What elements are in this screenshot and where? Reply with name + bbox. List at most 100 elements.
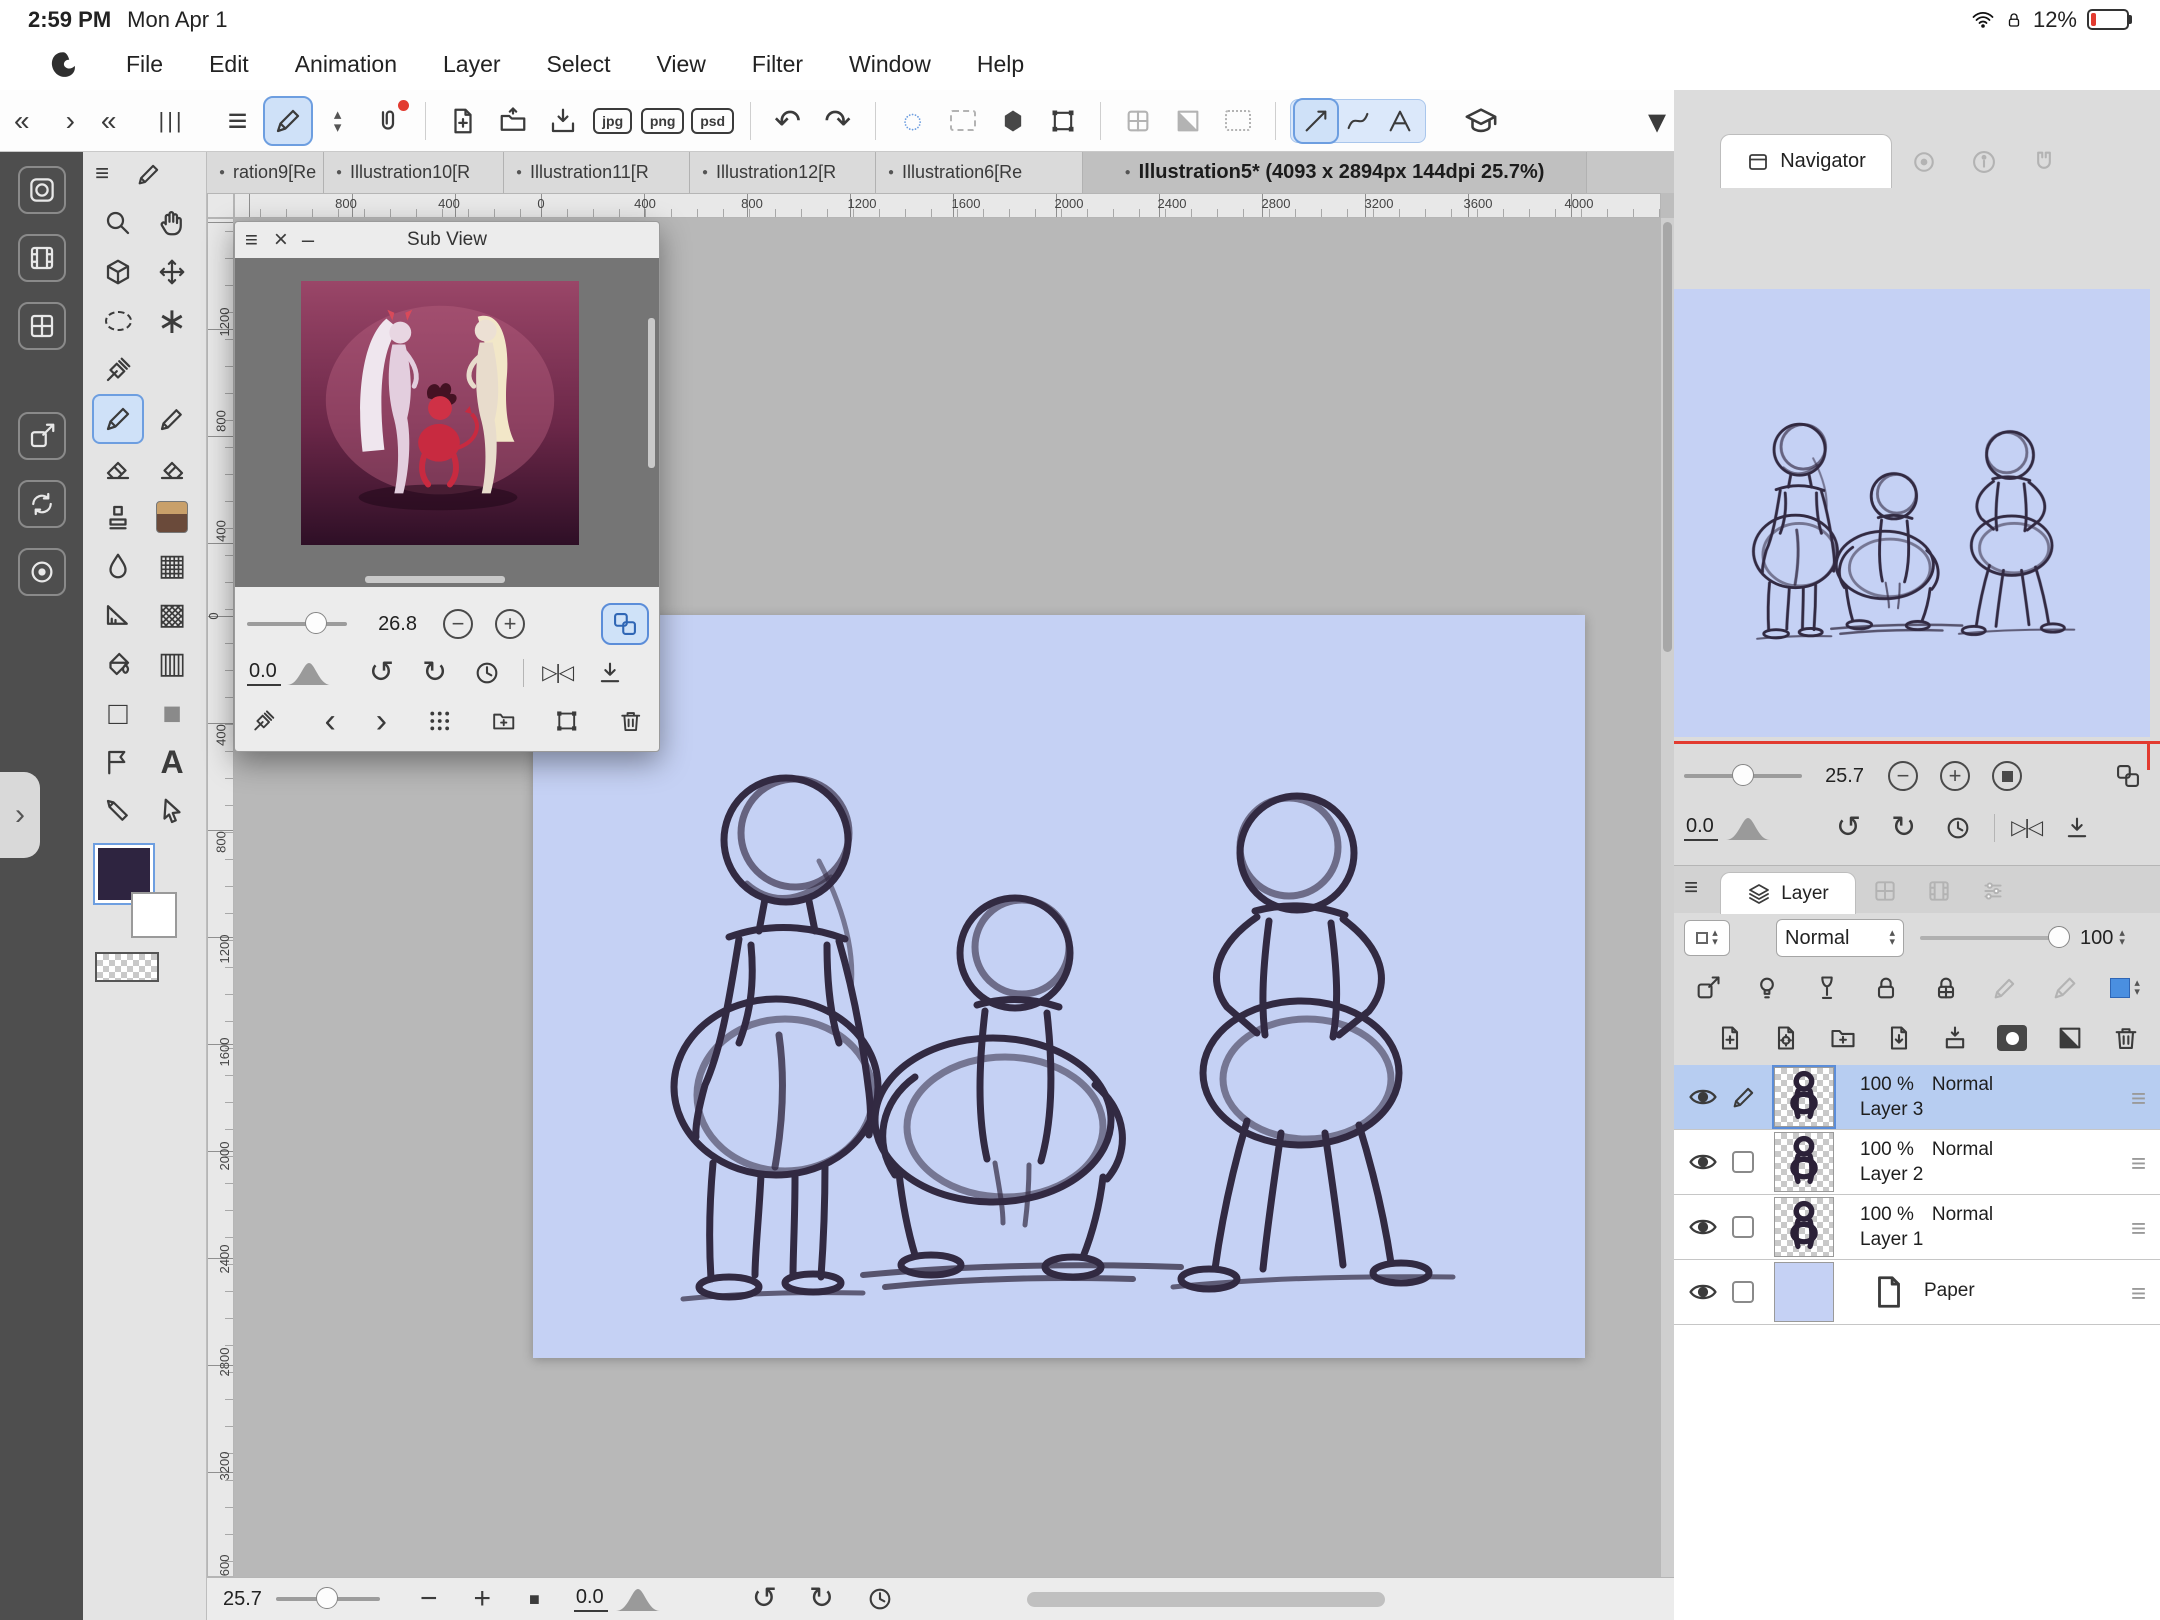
document-tab[interactable]: ●Illustration6[Re (876, 152, 1083, 193)
tool-eyedropper[interactable] (94, 347, 142, 393)
sub-color-swatch[interactable] (131, 892, 177, 938)
tool-ruler[interactable] (94, 592, 142, 638)
fill-selection-button[interactable] (990, 98, 1036, 144)
menu-item-window[interactable]: Window (849, 51, 931, 78)
tool-operation[interactable] (148, 788, 196, 834)
flip-horizontal-icon[interactable]: ▷|◁ (542, 663, 572, 683)
delete-layer-icon[interactable] (2112, 1024, 2140, 1052)
navigator-actual-size-button[interactable] (1992, 761, 2022, 791)
rotation-curve-widget[interactable] (616, 1587, 660, 1611)
sub-view-hscroll[interactable] (365, 576, 505, 583)
tool-text[interactable]: A (148, 739, 196, 785)
image-list-icon[interactable] (427, 707, 452, 735)
divide-layer-icon[interactable] (2056, 1024, 2084, 1052)
tool-grid-a[interactable]: ▦ (148, 543, 196, 589)
blend-mode-select[interactable]: Normal ▴▾ (1776, 919, 1904, 957)
layer-visibility-eye-icon[interactable] (1688, 1082, 1718, 1112)
reset-display-icon[interactable] (866, 1585, 894, 1613)
share-export-icon[interactable] (18, 412, 66, 460)
canvas-vertical-scrollbar[interactable] (1661, 218, 1674, 1577)
snap-ruler-button[interactable] (1295, 100, 1337, 142)
tool-frame-border[interactable] (94, 739, 142, 785)
lock-layer-icon[interactable] (1872, 974, 1900, 1002)
previous-image-icon[interactable]: ‹ (324, 704, 335, 738)
tool-palette-menu-icon[interactable]: ≡ (95, 162, 109, 186)
layer-drag-handle[interactable]: ≡ (2131, 1213, 2146, 1244)
menu-item-help[interactable]: Help (977, 51, 1024, 78)
csp-logo-icon[interactable] (46, 48, 80, 82)
canvas-page[interactable] (533, 615, 1585, 1358)
tutorial-button[interactable] (1458, 98, 1504, 144)
tool-move[interactable] (148, 249, 196, 295)
sub-view-rotation-value[interactable]: 0.0 (247, 660, 281, 686)
tool-blend[interactable] (94, 543, 142, 589)
bottom-zoom-slider[interactable] (276, 1597, 380, 1601)
tool-stamp[interactable] (94, 494, 142, 540)
redo-button[interactable]: ↷ (815, 98, 861, 144)
new-raster-layer-icon[interactable] (1716, 1024, 1744, 1052)
tab-navigator[interactable]: Navigator (1720, 134, 1892, 188)
export-psd-button[interactable]: psd (690, 98, 736, 144)
document-tab[interactable]: ●ration9[Re (207, 152, 324, 193)
collapse-left-icon[interactable]: « (14, 107, 30, 135)
cloud-sync-icon[interactable] (18, 548, 66, 596)
animation-cels-icon[interactable] (18, 234, 66, 282)
menu-item-file[interactable]: File (126, 51, 163, 78)
panel-tab-target-icon[interactable] (1910, 148, 1938, 176)
main-menu-button[interactable]: ≡ (215, 98, 261, 144)
navigator-zoom-slider[interactable] (1684, 774, 1802, 778)
edit-image-icon[interactable] (554, 707, 579, 735)
save-button[interactable] (540, 98, 586, 144)
navigator-zoom-in-button[interactable]: + (1940, 761, 1970, 791)
tool-grid-b[interactable]: ▥ (148, 641, 196, 687)
layer-color-icon[interactable]: ▴▾ (2110, 978, 2140, 998)
rotate-cw-icon[interactable]: ↻ (422, 658, 447, 688)
document-tab[interactable]: ●Illustration12[R (690, 152, 876, 193)
fit-to-screen-icon[interactable] (2063, 814, 2091, 842)
clip-to-layer-below-icon[interactable] (1694, 974, 1722, 1002)
reset-rotation-icon[interactable] (473, 659, 501, 687)
storyboard-icon[interactable] (18, 302, 66, 350)
transfer-to-layer-icon[interactable] (1885, 1024, 1913, 1052)
layer-row-paper[interactable]: Paper ≡ (1674, 1260, 2160, 1325)
sub-view-reference-image[interactable] (301, 280, 579, 546)
undo-icon[interactable]: ↺ (752, 1584, 777, 1614)
sub-view-sync-button[interactable] (603, 605, 647, 643)
sub-view-zoom-out-button[interactable]: − (443, 609, 473, 639)
palette-color-button[interactable]: ▴▾ (1684, 920, 1730, 956)
rotate-cw-icon[interactable]: ↻ (1891, 813, 1916, 843)
fit-to-screen-icon[interactable] (596, 659, 624, 687)
menu-item-select[interactable]: Select (547, 51, 611, 78)
sync-settings-icon[interactable] (18, 480, 66, 528)
layer-row-2[interactable]: 100 %Normal Layer 2 ≡ (1674, 1130, 2160, 1195)
document-tab[interactable]: ●Illustration11[R (504, 152, 690, 193)
merge-down-icon[interactable] (1941, 1024, 1969, 1052)
layer-visibility-eye-icon[interactable] (1688, 1277, 1718, 1307)
layer-mask-icon[interactable] (1997, 1025, 2027, 1051)
document-tab-active[interactable]: ●Illustration5* (4093 x 2894px 144dpi 25… (1083, 152, 1587, 193)
panel-tab-magnet-icon[interactable] (2030, 148, 2058, 176)
layer-thumbnail[interactable] (1774, 1067, 1834, 1127)
redo-icon[interactable]: ↻ (809, 1584, 834, 1614)
tool-material[interactable] (148, 494, 196, 540)
tool-correction-line[interactable] (94, 788, 142, 834)
collapse-palette-icon[interactable]: « (101, 107, 117, 135)
rotate-ccw-icon[interactable]: ↺ (369, 658, 394, 688)
tool-lasso[interactable] (94, 298, 142, 344)
new-folder-icon[interactable] (1829, 1024, 1857, 1052)
layer-drag-handle[interactable]: ≡ (2131, 1148, 2146, 1179)
canvas-horizontal-scrollbar[interactable] (1027, 1592, 1385, 1607)
menu-item-edit[interactable]: Edit (209, 51, 249, 78)
sub-view-close-icon[interactable]: × (274, 228, 288, 252)
tab-timeline-icon[interactable] (1926, 878, 1952, 904)
rotate-ccw-icon[interactable]: ↺ (1836, 813, 1861, 843)
expand-left-icon[interactable]: › (66, 107, 75, 135)
layer-select-checkbox[interactable] (1732, 1216, 1754, 1238)
export-jpg-button[interactable]: jpg (590, 98, 636, 144)
pick-color-icon[interactable] (251, 707, 276, 735)
reset-rotation-icon[interactable] (1944, 814, 1972, 842)
tool-pen-selected[interactable] (94, 396, 142, 442)
tool-eraser[interactable] (94, 445, 142, 491)
open-file-button[interactable] (490, 98, 536, 144)
tab-layer-property-icon[interactable] (1872, 878, 1898, 904)
